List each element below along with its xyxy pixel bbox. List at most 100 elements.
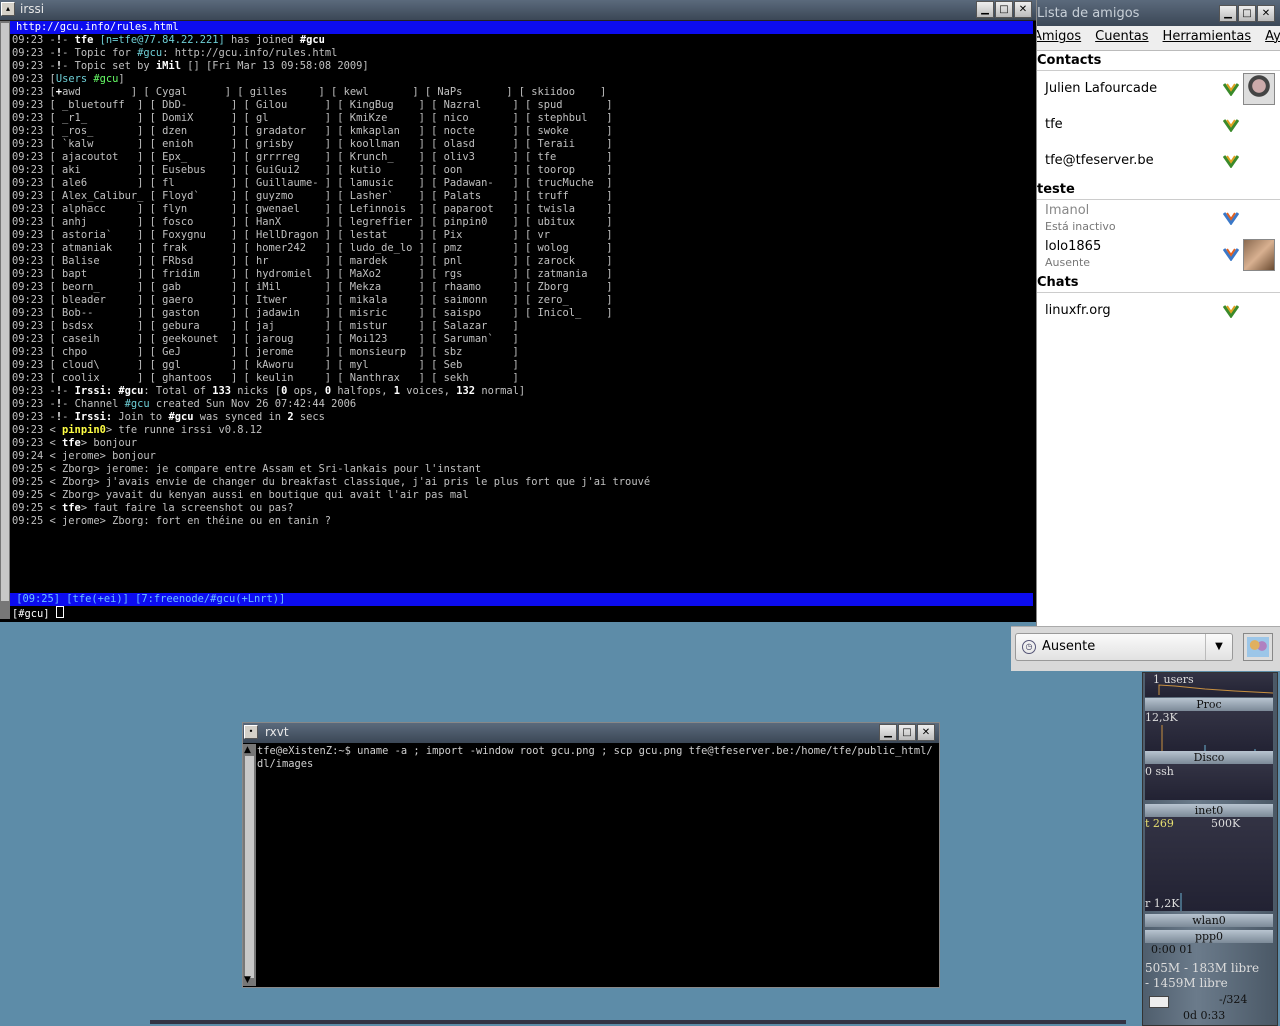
chat-line: 09:23 [ alphacc ] [ flyn ] [ gwenael ] [… <box>12 203 1032 216</box>
chat-segment: 09:23 < <box>12 424 63 436</box>
chat-line: 09:23 [ `kalw ] [ enioh ] [ grisby ] [ k… <box>12 138 1032 151</box>
menu-amigos[interactable]: Amigos <box>1037 26 1081 50</box>
scroll-up-icon[interactable]: ▲ <box>244 745 251 755</box>
mail-icon <box>1149 996 1169 1008</box>
chat-segment: nicks [ <box>231 385 282 397</box>
chat-segment: 09:23 <box>12 411 50 423</box>
chat-line: 09:23 [ aki ] [ Eusebus ] [ GuiGui2 ] [ … <box>12 164 1032 177</box>
menu-herramientas[interactable]: Herramientas <box>1163 26 1252 50</box>
chat-segment: 09:23 [ _ros_ ] [ dzen ] [ gradator ] [ … <box>12 125 613 137</box>
chat-segment: 09:23 [ beorn_ ] [ gab ] [ iMil ] [ Mekz… <box>12 281 613 293</box>
chat-segment: ops, <box>287 385 325 397</box>
group-teste[interactable]: teste <box>1037 182 1075 197</box>
chat-segment: 132 <box>456 385 476 397</box>
close-button[interactable]: ✕ <box>1257 5 1275 22</box>
group-chats[interactable]: Chats <box>1037 275 1079 290</box>
buddy-list-window[interactable]: Lista de amigos ▁ □ ✕ Amigos Cuentas Her… <box>1011 0 1280 671</box>
irssi-window[interactable]: ▴ irssi ▁ □ ✕ http://gcu.info/rules.html… <box>0 0 1036 622</box>
chat-segment: #gcu <box>168 411 194 423</box>
wlan-label: wlan0 <box>1145 914 1273 927</box>
buddy-imanol[interactable]: Imanol <box>1045 203 1089 218</box>
chat-segment: #gcu <box>118 385 144 397</box>
buddy-lolo1865[interactable]: lolo1865 <box>1045 239 1101 254</box>
chat-segment: iMil <box>155 60 188 72</box>
chat-linuxfr[interactable]: linuxfr.org <box>1045 303 1111 318</box>
chat-line: 09:23 -!- tfe [n=tfe@77.84.22.221] has j… <box>12 34 1032 47</box>
chat-segment: 09:23 <box>12 385 50 397</box>
chat-line: 09:23 -!- Topic set by iMil [] [Fri Mar … <box>12 60 1032 73</box>
chat-segment: 09:23 [ caseih ] [ geekounet ] [ jaroug … <box>12 333 519 345</box>
chat-segment: 09:25 < jerome> Zborg: fort en théine ou… <box>12 515 332 527</box>
close-button[interactable]: ✕ <box>917 724 935 741</box>
chat-line: 09:23 [ beorn_ ] [ gab ] [ iMil ] [ Mekz… <box>12 281 1032 294</box>
chat-line: 09:25 < Zborg> j'avais envie de changer … <box>12 476 1032 489</box>
mail-count: -/324 <box>1219 993 1248 1006</box>
buddy-list-titlebar[interactable]: Lista de amigos ▁ □ ✕ <box>1037 0 1280 26</box>
chat-segment: 09:23 [ Alex_Calibur_ [ Floyd` ] [ guyzm… <box>12 190 613 202</box>
irssi-titlebar[interactable]: ▴ irssi ▁ □ ✕ <box>0 0 1036 21</box>
irssi-chat-log: 09:23 -!- tfe [n=tfe@77.84.22.221] has j… <box>12 34 1032 594</box>
buddy-tfe-tfeserver[interactable]: tfe@tfeserver.be <box>1045 153 1154 168</box>
minimize-button[interactable]: ▁ <box>976 1 994 18</box>
chat-segment: 09:23 <box>12 60 50 72</box>
avatar <box>1243 73 1275 105</box>
chat-segment: Users <box>55 73 94 85</box>
chat-segment: #gcu <box>137 47 163 59</box>
maximize-button[interactable]: □ <box>898 724 916 741</box>
rxvt-scrollbar[interactable]: ▲ ▼ <box>243 744 256 986</box>
chat-segment: 09:23 [ atmaniak ] [ frak ] [ homer242 ]… <box>12 242 613 254</box>
chat-segment: - <box>62 411 75 423</box>
chat-segment: 09:23 [ coolix ] [ ghantoos ] [ keulin ]… <box>12 372 519 384</box>
rxvt-titlebar[interactable]: • rxvt ▁ □ ✕ <box>243 723 939 743</box>
irssi-input-line[interactable]: [#gcu] <box>12 606 64 621</box>
chat-segment: normal] <box>475 385 526 397</box>
buddy-julien-lafourcade[interactable]: Julien Lafourcade <box>1045 81 1157 96</box>
irssi-status-bar: [09:25] [tfe(+ei)] [7:freenode/#gcu(+Lnr… <box>10 593 1033 606</box>
chat-segment: - Topic set by <box>62 60 156 72</box>
group-contacts[interactable]: Contacts <box>1037 53 1101 68</box>
rxvt-command-line[interactable]: tfe@eXistenZ:~$ uname -a ; import -windo… <box>257 745 937 771</box>
scrollbar-thumb[interactable] <box>1 23 9 601</box>
chat-line: 09:23 -!- Topic for #gcu: http://gcu.inf… <box>12 47 1032 60</box>
chat-segment: Irssi: <box>74 385 119 397</box>
chat-segment: tfe <box>74 34 100 46</box>
chat-segment: > bonjour <box>80 437 138 449</box>
chat-segment: - Topic for <box>62 47 138 59</box>
close-button[interactable]: ✕ <box>1014 1 1032 18</box>
chat-line: 09:24 < jerome> bonjour <box>12 450 1032 463</box>
scroll-down-icon[interactable]: ▼ <box>244 975 251 985</box>
buddy-status-text: Está inactivo <box>1045 220 1116 233</box>
chat-line: 09:23 [ Balise ] [ FRbsd ] [ hr ] [ mard… <box>12 255 1032 268</box>
buddy-tfe[interactable]: tfe <box>1045 117 1063 132</box>
scrollbar-thumb[interactable] <box>245 756 254 978</box>
chat-line: 09:23 [ _bluetouff ] [ DbD- ] [ Gilou ] … <box>12 99 1032 112</box>
irssi-scrollbar[interactable] <box>0 21 10 619</box>
maximize-button[interactable]: □ <box>1238 5 1256 22</box>
chat-line: 09:23 [ bapt ] [ fridim ] [ hydromiel ] … <box>12 268 1032 281</box>
chat-segment: secs <box>293 411 325 423</box>
irssi-window-title: irssi <box>20 2 45 16</box>
inet-tx: t 269 <box>1145 817 1174 830</box>
minimize-button[interactable]: ▁ <box>879 724 897 741</box>
inet-scale: 500K <box>1211 817 1241 830</box>
chat-line: 09:23 [Users #gcu] <box>12 73 1032 86</box>
menu-cuentas[interactable]: Cuentas <box>1095 26 1148 50</box>
group-divider <box>1037 199 1280 200</box>
menu-ayuda[interactable]: Ayuda <box>1265 26 1280 50</box>
chat-line: 09:23 -!- Channel #gcu created Sun Nov 2… <box>12 398 1032 411</box>
chat-segment: 09:25 < <box>12 502 63 514</box>
minimize-button[interactable]: ▁ <box>1219 5 1237 22</box>
group-divider <box>1037 292 1280 293</box>
chat-segment: #gcu <box>299 34 325 46</box>
msn-icon <box>1223 83 1239 96</box>
chat-segment: 09:23 [ astoria` ] [ Foxygnu ] [ HellDra… <box>12 229 613 241</box>
buddy-icon-button[interactable] <box>1243 633 1273 661</box>
chat-segment: - Channel <box>62 398 125 410</box>
ppp-time: 0:00 01 <box>1151 943 1194 956</box>
maximize-button[interactable]: □ <box>995 1 1013 18</box>
chat-segment: 09:23 [ cloud\ ] [ ggl ] [ kAworu ] [ my… <box>12 359 519 371</box>
window-menu-button[interactable]: • <box>244 725 258 739</box>
rxvt-window[interactable]: • rxvt ▁ □ ✕ ▲ ▼ tfe@eXistenZ:~$ uname -… <box>242 722 940 988</box>
window-menu-button[interactable]: ▴ <box>1 2 15 16</box>
status-selector[interactable]: ◷ Ausente ▼ <box>1015 633 1233 661</box>
